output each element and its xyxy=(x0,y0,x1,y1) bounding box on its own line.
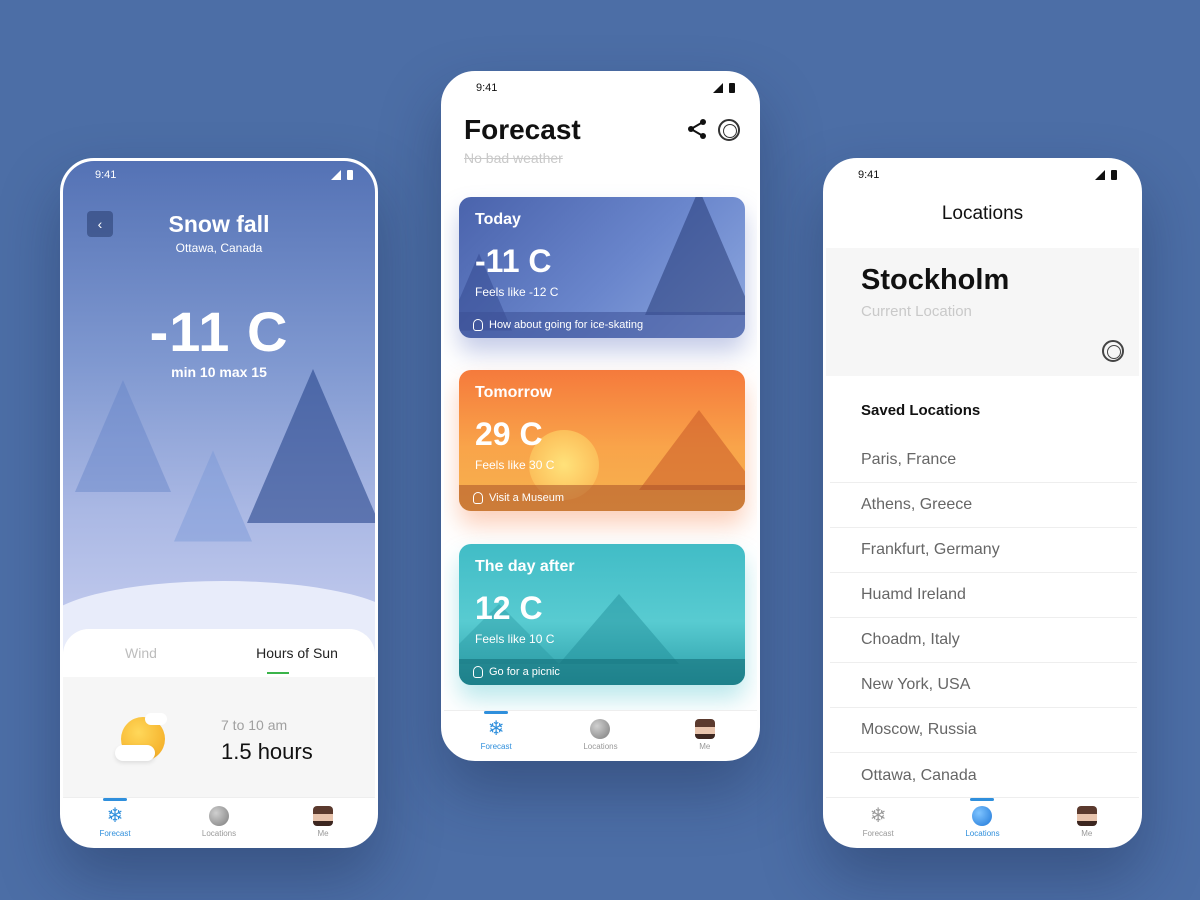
weather-location: Ottawa, Canada xyxy=(175,241,263,255)
lifebuoy-icon[interactable] xyxy=(718,119,740,141)
current-temperature: -11 C xyxy=(149,300,289,363)
page-subtitle: No bad weather xyxy=(464,150,563,166)
nav-me-label: Me xyxy=(317,828,329,838)
page-title: Locations xyxy=(941,203,1024,224)
nav-me[interactable]: Me xyxy=(1035,798,1139,845)
weather-title: Snow fall xyxy=(168,211,270,237)
bottom-nav: ❄ Forecast Locations Me xyxy=(63,797,375,845)
sun-time-range: 7 to 10 am xyxy=(221,717,288,733)
list-item[interactable]: New York, USA xyxy=(830,663,1137,708)
bottom-nav: ❄ Forecast Locations Me xyxy=(444,710,757,758)
card-feels-like: Feels like -12 C xyxy=(475,285,559,299)
battery-icon xyxy=(1111,170,1117,180)
signal-icon xyxy=(331,170,341,180)
details-tabs: Wind Hours of Sun xyxy=(63,629,375,677)
sun-cloud-icon xyxy=(115,713,171,761)
share-button[interactable] xyxy=(686,118,708,140)
list-item[interactable]: Athens, Greece xyxy=(830,483,1137,528)
nav-me[interactable]: Me xyxy=(653,711,757,758)
status-time: 9:41 xyxy=(476,82,498,94)
nav-forecast-label: Forecast xyxy=(480,741,512,751)
forecast-card-tomorrow[interactable]: Tomorrow 29 C Feels like 30 C Visit a Mu… xyxy=(459,370,745,511)
card-feels-like: Feels like 10 C xyxy=(475,632,555,646)
forecast-card-day-after[interactable]: The day after 12 C Feels like 10 C Go fo… xyxy=(459,544,745,685)
current-city: Stockholm xyxy=(861,264,1010,296)
status-bar: 9:41 xyxy=(444,74,757,102)
card-tip: Go for a picnic xyxy=(459,659,745,685)
list-item[interactable]: Ottawa, Canada xyxy=(830,753,1137,798)
nav-locations-label: Locations xyxy=(965,828,1000,838)
signal-icon xyxy=(1095,170,1105,180)
nav-locations-label: Locations xyxy=(583,741,618,751)
nav-locations[interactable]: Locations xyxy=(167,798,271,845)
list-item[interactable]: Paris, France xyxy=(830,438,1137,483)
nav-me-label: Me xyxy=(1081,828,1093,838)
nav-me-label: Me xyxy=(699,741,711,751)
card-temperature: 12 C xyxy=(475,590,543,626)
active-tab-indicator xyxy=(267,672,289,674)
card-tip: Visit a Museum xyxy=(459,485,745,511)
nav-locations-label: Locations xyxy=(201,828,237,838)
card-feels-like: Feels like 30 C xyxy=(475,458,555,472)
share-icon xyxy=(688,119,706,139)
snowfall-screen: 9:41 ‹ Snow fall Ottawa, Canada -11 C mi… xyxy=(60,158,378,848)
saved-locations-heading: Saved Locations xyxy=(861,402,981,419)
status-time: 9:41 xyxy=(858,169,880,181)
list-item[interactable]: Frankfurt, Germany xyxy=(830,528,1137,573)
min-max-temperature: min 10 max 15 xyxy=(171,364,267,380)
snowflake-icon: ❄ xyxy=(487,717,505,740)
current-location-label: Current Location xyxy=(861,303,972,320)
lifebuoy-icon[interactable] xyxy=(1102,340,1124,362)
nav-forecast-label: Forecast xyxy=(862,828,894,838)
status-bar: 9:41 xyxy=(826,161,1139,189)
tab-hours-of-sun[interactable]: Hours of Sun xyxy=(219,629,375,677)
globe-icon xyxy=(972,805,993,826)
list-item[interactable]: Choadm, Italy xyxy=(830,618,1137,663)
card-tip-text: Go for a picnic xyxy=(489,666,560,678)
battery-icon xyxy=(729,83,735,93)
globe-icon xyxy=(590,718,611,739)
lightbulb-icon xyxy=(473,319,483,331)
card-label: Today xyxy=(475,211,521,228)
nav-forecast[interactable]: ❄ Forecast xyxy=(63,798,167,845)
globe-icon xyxy=(209,805,229,826)
avatar-icon xyxy=(313,805,333,826)
nav-me[interactable]: Me xyxy=(271,798,375,845)
bottom-nav: ❄ Forecast Locations Me xyxy=(826,797,1139,845)
snowflake-icon: ❄ xyxy=(106,804,124,827)
nav-forecast-label: Forecast xyxy=(99,828,131,838)
avatar-icon xyxy=(1076,805,1097,826)
nav-locations[interactable]: Locations xyxy=(930,798,1034,845)
snowflake-icon: ❄ xyxy=(869,804,887,827)
nav-forecast[interactable]: ❄ Forecast xyxy=(826,798,930,845)
card-label: Tomorrow xyxy=(475,384,553,401)
nav-forecast[interactable]: ❄ Forecast xyxy=(444,711,548,758)
tab-wind[interactable]: Wind xyxy=(63,629,219,677)
page-title: Forecast xyxy=(464,114,581,145)
lightbulb-icon xyxy=(473,666,483,678)
battery-icon xyxy=(347,170,353,180)
status-time: 9:41 xyxy=(95,169,117,181)
card-temperature: -11 C xyxy=(475,243,552,279)
card-temperature: 29 C xyxy=(475,416,543,452)
status-bar: 9:41 xyxy=(63,161,375,189)
list-item[interactable]: Huamd Ireland xyxy=(830,573,1137,618)
current-location-card[interactable]: Stockholm Current Location xyxy=(826,248,1139,376)
card-label: The day after xyxy=(475,558,575,575)
card-tip-text: Visit a Museum xyxy=(489,492,564,504)
sun-hours-value: 1.5 hours xyxy=(221,739,313,764)
signal-icon xyxy=(713,83,723,93)
forecast-screen: 9:41 Forecast No bad weather Today -11 C… xyxy=(441,71,760,761)
locations-screen: 9:41 Locations Stockholm Current Locatio… xyxy=(823,158,1142,848)
card-tip-text: How about going for ice-skating xyxy=(489,319,644,331)
saved-locations-list: Paris, France Athens, Greece Frankfurt, … xyxy=(830,438,1137,798)
forecast-card-today[interactable]: Today -11 C Feels like -12 C How about g… xyxy=(459,197,745,338)
list-item[interactable]: Moscow, Russia xyxy=(830,708,1137,753)
nav-locations[interactable]: Locations xyxy=(548,711,652,758)
lightbulb-icon xyxy=(473,492,483,504)
avatar-icon xyxy=(694,718,715,739)
card-tip: How about going for ice-skating xyxy=(459,312,745,338)
